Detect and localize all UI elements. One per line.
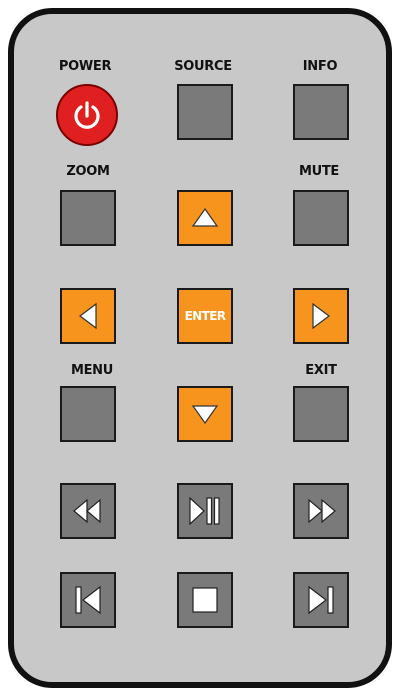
- previous-button[interactable]: [60, 572, 116, 628]
- exit-label: EXIT: [305, 363, 337, 378]
- source-label: SOURCE: [174, 59, 232, 74]
- fast-forward-button[interactable]: [293, 483, 349, 539]
- arrow-down-icon: [190, 402, 220, 426]
- skip-next-icon: [304, 583, 338, 617]
- arrow-right-icon: [309, 301, 333, 331]
- right-button[interactable]: [293, 288, 349, 344]
- power-label: POWER: [58, 59, 112, 74]
- info-button[interactable]: [293, 84, 349, 140]
- mute-label: MUTE: [298, 164, 340, 179]
- mute-button[interactable]: [293, 190, 349, 246]
- play-pause-button[interactable]: [177, 483, 233, 539]
- stop-button[interactable]: [177, 572, 233, 628]
- arrow-left-icon: [76, 301, 100, 331]
- skip-previous-icon: [71, 583, 105, 617]
- zoom-label: ZOOM: [66, 164, 110, 179]
- rewind-icon: [71, 496, 105, 526]
- rewind-button[interactable]: [60, 483, 116, 539]
- power-icon: [70, 98, 104, 132]
- fast-forward-icon: [304, 496, 338, 526]
- next-button[interactable]: [293, 572, 349, 628]
- left-button[interactable]: [60, 288, 116, 344]
- exit-button[interactable]: [293, 386, 349, 442]
- zoom-button[interactable]: [60, 190, 116, 246]
- source-button[interactable]: [177, 84, 233, 140]
- menu-label: MENU: [70, 363, 114, 378]
- play-pause-icon: [187, 495, 223, 527]
- stop-icon: [190, 585, 220, 615]
- arrow-up-icon: [190, 206, 220, 230]
- enter-label: ENTER: [184, 309, 226, 323]
- enter-button[interactable]: ENTER: [177, 288, 233, 344]
- down-button[interactable]: [177, 386, 233, 442]
- info-label: INFO: [302, 59, 338, 74]
- up-button[interactable]: [177, 190, 233, 246]
- power-button[interactable]: [56, 84, 118, 146]
- menu-button[interactable]: [60, 386, 116, 442]
